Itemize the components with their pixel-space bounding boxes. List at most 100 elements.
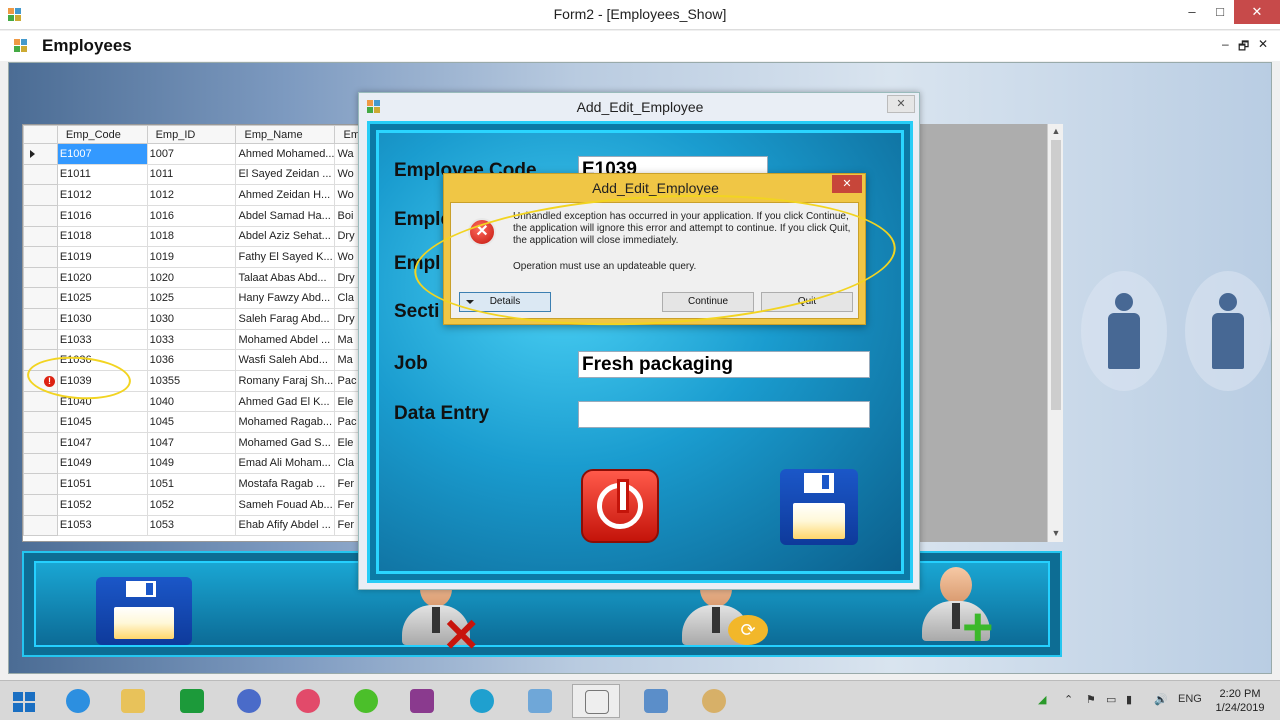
- mdi-restore-button[interactable]: 🗗: [1238, 37, 1249, 58]
- cell-id[interactable]: 1019: [146, 246, 237, 268]
- table-row[interactable]: E1051 1051 Mostafa Ragab ... Fer: [23, 473, 361, 495]
- cell-e[interactable]: Fer: [334, 473, 361, 495]
- cell-id[interactable]: 1040: [146, 390, 237, 413]
- cell-id[interactable]: 1033: [146, 328, 237, 351]
- cell-e[interactable]: Ma: [334, 349, 361, 372]
- cell-id[interactable]: 1025: [146, 287, 237, 310]
- cell-e[interactable]: Dry: [334, 225, 361, 248]
- row-header[interactable]: [23, 452, 58, 475]
- cell-code[interactable]: E1049: [56, 452, 148, 475]
- cell-code[interactable]: E1019: [56, 246, 148, 268]
- table-row[interactable]: E1018 1018 Abdel Aziz Sehat... Dry: [23, 225, 361, 248]
- column-header[interactable]: Emp_Name: [235, 125, 336, 144]
- cell-name[interactable]: Romany Faraj Sh...: [235, 370, 336, 392]
- cell-code[interactable]: E1051: [56, 473, 148, 495]
- mdi-minimize-button[interactable]: –: [1222, 37, 1229, 51]
- close-button[interactable]: ✕: [1234, 0, 1280, 24]
- table-row[interactable]: E1049 1049 Emad Ali Moham... Cla: [23, 452, 361, 475]
- cell-e[interactable]: Ma: [334, 328, 361, 351]
- cell-code[interactable]: E1025: [56, 287, 148, 310]
- cell-id[interactable]: 1047: [146, 431, 237, 454]
- cell-code[interactable]: E1045: [56, 411, 148, 433]
- cell-id[interactable]: 1012: [146, 184, 237, 206]
- cell-e[interactable]: Dry: [334, 266, 361, 289]
- row-header[interactable]: [23, 143, 58, 165]
- volume-icon[interactable]: 🔊: [1154, 693, 1168, 706]
- chevron-up-icon[interactable]: ⌃: [1064, 693, 1073, 706]
- cell-name[interactable]: Ahmed Zeidan H...: [235, 184, 336, 206]
- flag-icon[interactable]: ⚑: [1086, 693, 1096, 706]
- cell-name[interactable]: Ehab Afify Abdel ...: [235, 514, 336, 537]
- file-explorer-icon[interactable]: [109, 684, 157, 718]
- cell-name[interactable]: Abdel Aziz Sehat...: [235, 225, 336, 248]
- cell-code[interactable]: E1020: [56, 266, 148, 289]
- add-employee-icon[interactable]: +: [916, 563, 996, 654]
- cell-id[interactable]: 1036: [146, 349, 237, 372]
- mdi-close-button[interactable]: ✕: [1258, 37, 1268, 51]
- control-panel-icon[interactable]: [516, 684, 564, 718]
- cell-id[interactable]: 1051: [146, 473, 237, 495]
- clock[interactable]: 2:20 PM 1/24/2019: [1212, 687, 1268, 715]
- display-icon[interactable]: ▭: [1106, 693, 1116, 706]
- cell-id[interactable]: 1020: [146, 266, 237, 289]
- cell-name[interactable]: Talaat Abas Abd...: [235, 266, 336, 289]
- minimize-button[interactable]: –: [1178, 0, 1206, 24]
- vertical-scrollbar[interactable]: ▲ ▼: [1047, 124, 1063, 542]
- cell-code[interactable]: E1033: [56, 328, 148, 351]
- cell-name[interactable]: Fathy El Sayed K...: [235, 246, 336, 268]
- cell-e[interactable]: Wo: [334, 163, 361, 186]
- table-row[interactable]: E1025 1025 Hany Fawzy Abd... Cla: [23, 287, 361, 310]
- cell-id[interactable]: 1016: [146, 204, 237, 227]
- wifi-app-icon[interactable]: [342, 684, 390, 718]
- maximize-button[interactable]: □: [1206, 0, 1234, 24]
- store-icon[interactable]: [168, 684, 216, 718]
- row-header[interactable]: [23, 225, 58, 248]
- cell-code[interactable]: E1053: [56, 514, 148, 537]
- cell-id[interactable]: 1011: [146, 163, 237, 186]
- cell-e[interactable]: Cla: [334, 452, 361, 475]
- cell-e[interactable]: Dry: [334, 308, 361, 330]
- table-row[interactable]: E1047 1047 Mohamed Gad S... Ele: [23, 431, 361, 454]
- cell-id[interactable]: 10355: [146, 370, 237, 392]
- cell-id[interactable]: 1030: [146, 308, 237, 330]
- data-entry-field[interactable]: [578, 401, 870, 428]
- cell-name[interactable]: El Sayed Zeidan ...: [235, 163, 336, 186]
- table-row[interactable]: E1016 1016 Abdel Samad Ha... Boi: [23, 204, 361, 227]
- column-header[interactable]: Emp_ID: [146, 125, 237, 144]
- save-icon[interactable]: [96, 577, 192, 645]
- cell-name[interactable]: Ahmed Gad El K...: [235, 390, 336, 413]
- cell-name[interactable]: Mohamed Abdel ...: [235, 328, 336, 351]
- column-header[interactable]: Emp_Code: [56, 125, 148, 144]
- media-player-icon[interactable]: [458, 684, 506, 718]
- cell-name[interactable]: Mohamed Ragab...: [235, 411, 336, 433]
- row-header[interactable]: [23, 493, 58, 516]
- table-row[interactable]: E1033 1033 Mohamed Abdel ... Ma: [23, 328, 361, 351]
- cell-e[interactable]: Ele: [334, 431, 361, 454]
- start-button[interactable]: [0, 684, 48, 718]
- cell-e[interactable]: Pac: [334, 411, 361, 433]
- cell-id[interactable]: 1053: [146, 514, 237, 537]
- scroll-down-icon[interactable]: ▼: [1048, 528, 1064, 542]
- cell-code[interactable]: E1012: [56, 184, 148, 206]
- table-row[interactable]: E1030 1030 Saleh Farag Abd... Dry: [23, 308, 361, 330]
- row-header[interactable]: [23, 163, 58, 186]
- cell-e[interactable]: Wa: [334, 143, 361, 165]
- paint-icon[interactable]: [690, 684, 738, 718]
- cell-id[interactable]: 1045: [146, 411, 237, 433]
- row-header[interactable]: [23, 473, 58, 495]
- battery-icon[interactable]: ▮: [1126, 693, 1132, 706]
- job-field[interactable]: Fresh packaging: [578, 351, 870, 378]
- cell-id[interactable]: 1018: [146, 225, 237, 248]
- cell-id[interactable]: 1049: [146, 452, 237, 475]
- row-header[interactable]: [23, 328, 58, 351]
- cell-code[interactable]: E1030: [56, 308, 148, 330]
- column-header[interactable]: Em: [334, 125, 361, 144]
- table-row[interactable]: E1052 1052 Sameh Fouad Ab... Fer: [23, 493, 361, 516]
- cell-e[interactable]: Fer: [334, 493, 361, 516]
- cell-id[interactable]: 1007: [146, 143, 237, 165]
- cell-e[interactable]: Pac: [334, 370, 361, 392]
- table-row[interactable]: E1045 1045 Mohamed Ragab... Pac: [23, 411, 361, 433]
- cell-code[interactable]: E1052: [56, 493, 148, 516]
- dialog-close-button[interactable]: ✕: [887, 95, 915, 113]
- table-row[interactable]: E1012 1012 Ahmed Zeidan H... Wo: [23, 184, 361, 206]
